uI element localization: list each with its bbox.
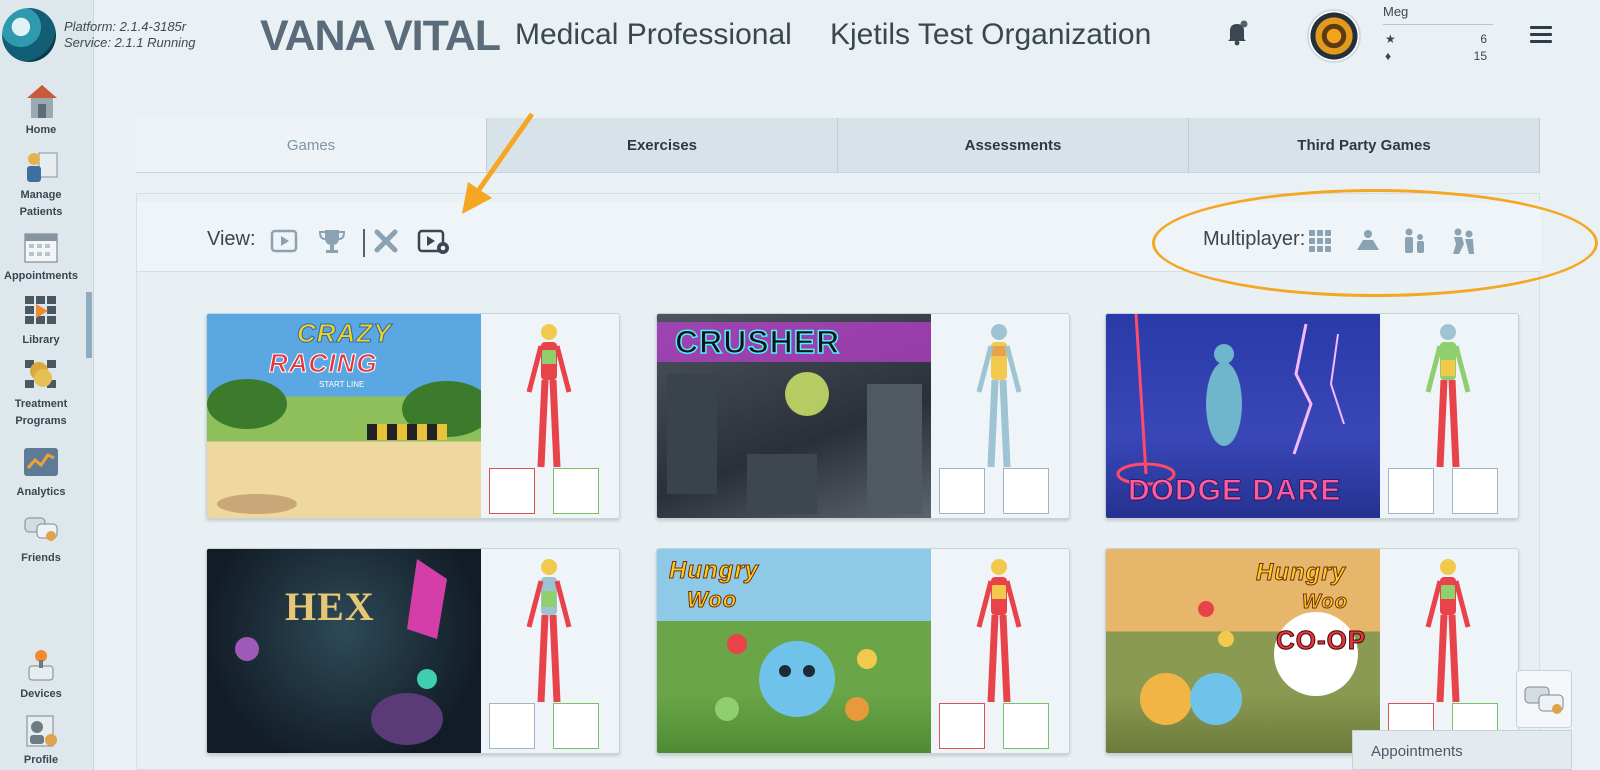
annotation-arrow bbox=[462, 112, 535, 214]
body-map-icon bbox=[526, 559, 572, 703]
user-role: Medical Professional bbox=[515, 18, 792, 51]
hand-mode-icon[interactable] bbox=[1003, 468, 1049, 514]
view-separator bbox=[363, 229, 365, 257]
hand-mode-icon[interactable] bbox=[553, 703, 599, 749]
calendar-icon bbox=[24, 233, 58, 263]
body-map-icon bbox=[526, 324, 572, 468]
standing-mode-icon[interactable] bbox=[1388, 468, 1434, 514]
game-card-dodge-dare[interactable]: DODGE DARE bbox=[1105, 313, 1519, 519]
trophy-icon[interactable] bbox=[317, 226, 347, 256]
library-icon bbox=[25, 296, 56, 324]
game-title: DODGE DARE bbox=[1127, 474, 1342, 508]
user-name: Meg bbox=[1383, 4, 1409, 19]
game-thumbnail: HEX bbox=[207, 549, 481, 753]
game-title: Hungry bbox=[1256, 559, 1346, 587]
devices-icon bbox=[28, 650, 54, 681]
body-map-icon bbox=[1425, 559, 1471, 703]
game-thumbnail: CRUSHER bbox=[657, 314, 931, 518]
tools-icon[interactable] bbox=[371, 226, 401, 256]
game-thumbnail: CRAZY RACING START LINE bbox=[207, 314, 481, 518]
sidebar-item-library[interactable]: Library bbox=[0, 292, 82, 349]
video-settings-icon[interactable] bbox=[417, 226, 451, 256]
game-card-hungry-woo[interactable]: Hungry Woo bbox=[656, 548, 1070, 754]
treatment-programs-icon bbox=[25, 360, 56, 388]
notification-bell-icon[interactable] bbox=[1226, 20, 1248, 46]
game-title-coop: CO-OP bbox=[1275, 625, 1367, 656]
game-card-crazy-racing[interactable]: CRAZY RACING START LINE bbox=[206, 313, 620, 519]
game-thumbnail: Hungry Woo CO-OP bbox=[1106, 549, 1380, 753]
hand-mode-icon[interactable] bbox=[553, 468, 599, 514]
friends-icon bbox=[24, 517, 58, 541]
hex-scene-image bbox=[235, 559, 447, 745]
sidebar-item-appointments[interactable]: Appointments bbox=[0, 228, 82, 285]
tab-games[interactable]: Games bbox=[136, 118, 487, 172]
chat-icon bbox=[1524, 686, 1564, 714]
hand-mode-icon[interactable] bbox=[1452, 468, 1498, 514]
game-title-line2: Woo bbox=[1302, 591, 1348, 614]
profile-icon bbox=[26, 715, 57, 747]
multiplayer-highlight-oval bbox=[1152, 189, 1598, 297]
sidebar-item-profile[interactable]: Profile bbox=[0, 712, 82, 769]
sidebar-item-treatment-programs[interactable]: Treatment Programs bbox=[0, 356, 82, 430]
platform-version: Platform: 2.1.4-3185r bbox=[64, 19, 187, 34]
sidebar-item-analytics[interactable]: Analytics bbox=[0, 444, 82, 501]
chat-widget[interactable] bbox=[1516, 670, 1572, 728]
service-status: Service: 2.1.1 Running bbox=[64, 35, 196, 50]
body-map-icon bbox=[1425, 324, 1471, 468]
gem-icon: ♦ bbox=[1385, 49, 1392, 63]
home-icon bbox=[27, 85, 57, 118]
platform-info: Platform: 2.1.4-3185r Service: 2.1.1 Run… bbox=[64, 19, 196, 51]
play-icon[interactable] bbox=[269, 226, 299, 256]
star-count: ★ 6 bbox=[1385, 32, 1487, 46]
standing-mode-icon[interactable] bbox=[939, 468, 985, 514]
game-title: HEX bbox=[285, 584, 375, 629]
user-divider bbox=[1383, 24, 1493, 25]
standing-mode-icon[interactable] bbox=[489, 468, 535, 514]
hamburger-menu-icon[interactable] bbox=[1530, 26, 1552, 43]
hand-mode-icon[interactable] bbox=[1003, 703, 1049, 749]
game-title: Hungry bbox=[669, 557, 759, 585]
organization-name: Kjetils Test Organization bbox=[830, 18, 1152, 51]
game-card-hungry-woo-coop[interactable]: Hungry Woo CO-OP bbox=[1105, 548, 1519, 754]
body-map-icon bbox=[976, 559, 1022, 703]
manage-patients-icon bbox=[27, 152, 58, 182]
sidebar-item-home[interactable]: Home bbox=[0, 82, 82, 139]
body-map-icon bbox=[976, 324, 1022, 468]
sidebar-item-devices[interactable]: Devices bbox=[0, 646, 82, 703]
sidebar-item-friends[interactable]: Friends bbox=[0, 510, 82, 567]
app-logo bbox=[2, 8, 56, 62]
game-thumbnail: Hungry Woo bbox=[657, 549, 931, 753]
game-card-crusher[interactable]: CRUSHER bbox=[656, 313, 1070, 519]
library-tabs: Games Exercises Assessments Third Party … bbox=[136, 118, 1540, 173]
analytics-icon bbox=[24, 448, 58, 476]
game-thumbnail: DODGE DARE bbox=[1106, 314, 1380, 518]
standing-mode-icon[interactable] bbox=[489, 703, 535, 749]
appointments-popup-tab[interactable]: Appointments bbox=[1352, 730, 1572, 770]
standing-mode-icon[interactable] bbox=[939, 703, 985, 749]
avatar[interactable] bbox=[1307, 9, 1361, 63]
game-title-line2: Woo bbox=[686, 587, 738, 613]
game-card-hex[interactable]: HEX bbox=[206, 548, 620, 754]
game-title: CRUSHER bbox=[674, 323, 841, 361]
view-label: View: bbox=[207, 228, 256, 250]
tab-assessments[interactable]: Assessments bbox=[838, 118, 1189, 172]
game-title-line2: RACING bbox=[269, 348, 378, 379]
sidebar-item-manage-patients[interactable]: Manage Patients bbox=[0, 147, 82, 221]
brand-title: VANA VITAL bbox=[260, 12, 501, 60]
sidebar: Home Manage Patients Appointments Librar… bbox=[0, 0, 94, 770]
star-icon: ★ bbox=[1385, 32, 1396, 46]
game-title: CRAZY bbox=[297, 318, 392, 349]
tab-third-party-games[interactable]: Third Party Games bbox=[1189, 118, 1540, 172]
game-subtitle: START LINE bbox=[319, 380, 365, 389]
sidebar-active-indicator bbox=[86, 292, 92, 358]
gem-count: ♦ 15 bbox=[1385, 49, 1487, 63]
